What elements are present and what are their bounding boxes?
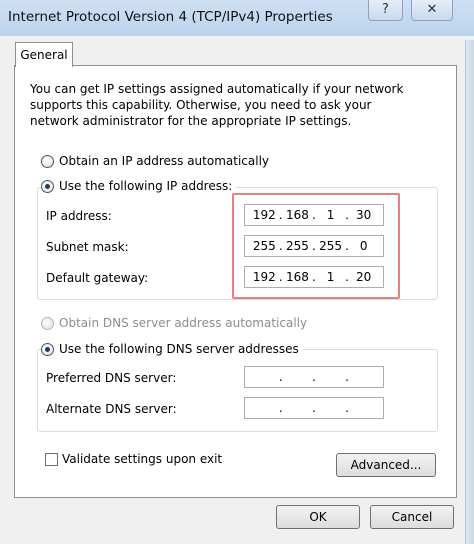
default-gateway-label: Default gateway: [46,271,149,285]
tab-general[interactable]: General [15,42,73,67]
use-following-dns-label: Use the following DNS server addresses [59,342,299,356]
cancel-button-label: Cancel [391,510,433,524]
obtain-dns-auto-label: Obtain DNS server address automatically [59,316,308,330]
obtain-ip-auto-option[interactable]: Obtain an IP address automatically [41,154,269,168]
tab-general-label: General [20,48,68,62]
ok-button-label: OK [309,510,327,524]
description-text: You can get IP settings assigned automat… [30,82,404,128]
highlight-annotation [232,193,400,299]
cancel-button[interactable]: Cancel [370,505,454,529]
alternate-dns-input[interactable]: . . . [244,397,384,419]
use-following-ip-option[interactable]: Use the following IP address: [41,179,237,193]
subnet-mask-label: Subnet mask: [46,240,129,254]
background-window-edge [465,40,474,544]
alternate-dns-label: Alternate DNS server: [46,402,177,416]
use-following-ip-radio[interactable] [41,179,54,193]
window-title: Internet Protocol Version 4 (TCP/IPv4) P… [8,9,333,25]
title-bar: Internet Protocol Version 4 (TCP/IPv4) P… [0,0,474,36]
obtain-ip-auto-radio[interactable] [41,154,54,168]
use-following-dns-option[interactable]: Use the following DNS server addresses [41,342,303,356]
advanced-button-label: Advanced... [350,458,422,472]
use-following-dns-radio[interactable] [41,342,54,356]
close-icon: ✕ [426,1,438,17]
validate-settings-option[interactable]: Validate settings upon exit [45,452,222,466]
ok-button[interactable]: OK [276,505,360,529]
help-icon: ? [382,1,389,17]
help-button[interactable]: ? [368,0,403,21]
ip-address-label: IP address: [46,209,112,223]
obtain-dns-auto-radio [41,316,54,330]
preferred-dns-input[interactable]: . . . [244,366,384,388]
advanced-button[interactable]: Advanced... [336,453,436,477]
dns-server-group [37,349,438,432]
validate-settings-label: Validate settings upon exit [62,452,223,466]
obtain-dns-auto-option: Obtain DNS server address automatically [41,316,307,330]
use-following-ip-label: Use the following IP address: [59,179,233,193]
validate-settings-checkbox[interactable] [45,452,58,466]
preferred-dns-label: Preferred DNS server: [46,371,177,385]
close-button[interactable]: ✕ [411,0,453,21]
obtain-ip-auto-label: Obtain an IP address automatically [59,154,270,168]
